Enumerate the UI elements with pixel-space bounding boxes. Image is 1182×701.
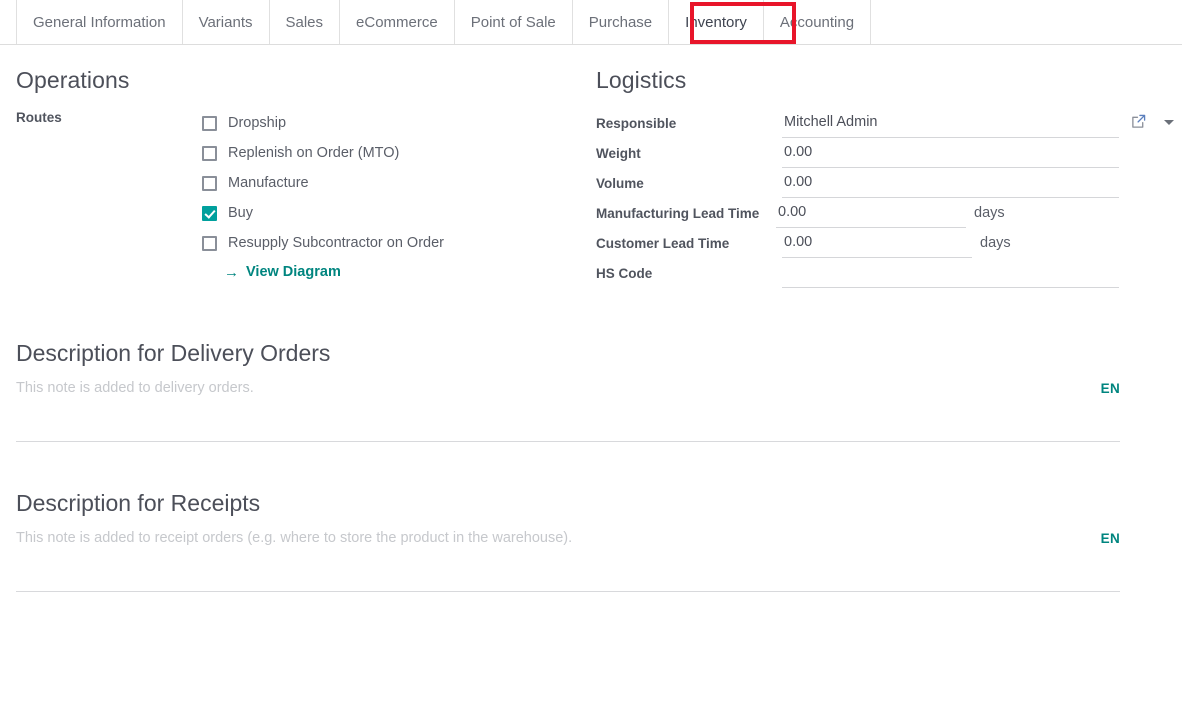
product-form-tab-bar: General Information Variants Sales eComm… — [0, 0, 1182, 45]
receipts-description-placeholder: This note is added to receipt orders (e.… — [16, 530, 573, 546]
delivery-orders-description-body[interactable]: This note is added to delivery orders. E… — [16, 379, 1182, 441]
route-option-replenish-on-order-mto[interactable]: Replenish on Order (MTO) — [202, 138, 444, 168]
route-label-dropship: Dropship — [228, 114, 287, 131]
field-row-hs-code: HS Code — [596, 258, 1182, 288]
unit-customer-lead-time: days — [980, 235, 1011, 251]
routes-checkbox-list: Dropship Replenish on Order (MTO) Manufa… — [202, 108, 444, 280]
label-weight: Weight — [596, 146, 641, 161]
inventory-tab-panel: Operations Routes Dropship Replenish on … — [0, 45, 1182, 592]
value-customer-lead-time: days — [782, 228, 1182, 258]
label-hs-code: HS Code — [596, 266, 653, 281]
unit-manufacturing-lead-time: days — [974, 205, 1005, 221]
view-diagram-label: View Diagram — [246, 264, 341, 280]
manufacturing-lead-time-input[interactable] — [776, 198, 966, 228]
delivery-orders-description-placeholder: This note is added to delivery orders. — [16, 380, 254, 396]
route-option-dropship[interactable]: Dropship — [202, 108, 444, 138]
external-link-icon[interactable] — [1131, 114, 1146, 134]
view-diagram-link[interactable]: → View Diagram — [224, 264, 444, 280]
value-volume — [782, 168, 1182, 198]
hs-code-input[interactable] — [782, 258, 1119, 288]
label-volume: Volume — [596, 176, 644, 191]
receipts-description-body[interactable]: This note is added to receipt orders (e.… — [16, 529, 1182, 591]
field-row-customer-lead-time: Customer Lead Time days — [596, 228, 1182, 258]
receipts-description-heading: Description for Receipts — [16, 490, 261, 516]
tab-ecommerce[interactable]: eCommerce — [339, 0, 455, 44]
checkbox-dropship[interactable] — [202, 115, 217, 131]
responsible-input[interactable] — [782, 108, 1119, 138]
delivery-orders-description-section: Description for Delivery Orders This not… — [0, 340, 1182, 442]
arrow-right-icon: → — [224, 263, 239, 281]
route-option-manufacture[interactable]: Manufacture — [202, 168, 444, 198]
delivery-orders-description-heading: Description for Delivery Orders — [16, 340, 331, 366]
value-hs-code — [782, 258, 1182, 288]
route-label-manufacture: Manufacture — [228, 174, 309, 191]
route-option-buy[interactable]: Buy — [202, 198, 444, 228]
chevron-down-icon[interactable] — [1164, 120, 1174, 125]
tab-purchase[interactable]: Purchase — [571, 0, 670, 44]
delivery-orders-language-badge[interactable]: EN — [1101, 381, 1120, 396]
tab-point-of-sale[interactable]: Point of Sale — [453, 0, 573, 44]
routes-label: Routes — [16, 110, 62, 125]
logistics-heading: Logistics — [596, 67, 687, 93]
operations-heading: Operations — [16, 67, 130, 93]
routes-field-group: Routes Dropship Replenish on Order (MTO)… — [16, 108, 596, 280]
weight-input[interactable] — [782, 138, 1119, 168]
checkbox-resupply-subcontractor-on-order[interactable] — [202, 235, 217, 251]
route-label-resupply-subcontractor-on-order: Resupply Subcontractor on Order — [228, 234, 444, 251]
route-label-replenish-on-order-mto: Replenish on Order (MTO) — [228, 144, 400, 161]
tab-sales[interactable]: Sales — [268, 0, 341, 44]
receipts-description-section: Description for Receipts This note is ad… — [0, 490, 1182, 592]
label-responsible: Responsible — [596, 116, 677, 131]
field-row-manufacturing-lead-time: Manufacturing Lead Time days — [596, 198, 1182, 228]
operations-section: Operations Routes Dropship Replenish on … — [0, 67, 596, 288]
route-option-resupply-subcontractor-on-order[interactable]: Resupply Subcontractor on Order — [202, 228, 444, 258]
tab-inventory[interactable]: Inventory — [668, 0, 764, 44]
delivery-orders-description-divider — [16, 441, 1120, 442]
label-customer-lead-time: Customer Lead Time — [596, 236, 730, 251]
value-responsible — [782, 108, 1182, 138]
tab-general-information[interactable]: General Information — [16, 0, 183, 44]
checkbox-buy[interactable] — [202, 205, 217, 221]
label-manufacturing-lead-time: Manufacturing Lead Time — [596, 206, 760, 221]
receipts-language-badge[interactable]: EN — [1101, 531, 1120, 546]
tab-accounting[interactable]: Accounting — [762, 0, 872, 44]
logistics-section: Logistics Responsible Mitchell Admin Wei… — [596, 67, 1182, 288]
receipts-description-divider — [16, 591, 1120, 592]
volume-input[interactable] — [782, 168, 1119, 198]
value-weight — [782, 138, 1182, 168]
field-row-weight: Weight — [596, 138, 1182, 168]
checkbox-manufacture[interactable] — [202, 175, 217, 191]
checkbox-replenish-on-order-mto[interactable] — [202, 145, 217, 161]
tab-variants[interactable]: Variants — [181, 0, 270, 44]
route-label-buy: Buy — [228, 204, 253, 221]
field-row-volume: Volume — [596, 168, 1182, 198]
field-row-responsible: Responsible — [596, 108, 1182, 138]
value-manufacturing-lead-time: days — [776, 198, 1182, 228]
customer-lead-time-input[interactable] — [782, 228, 972, 258]
top-sections: Operations Routes Dropship Replenish on … — [0, 45, 1182, 288]
